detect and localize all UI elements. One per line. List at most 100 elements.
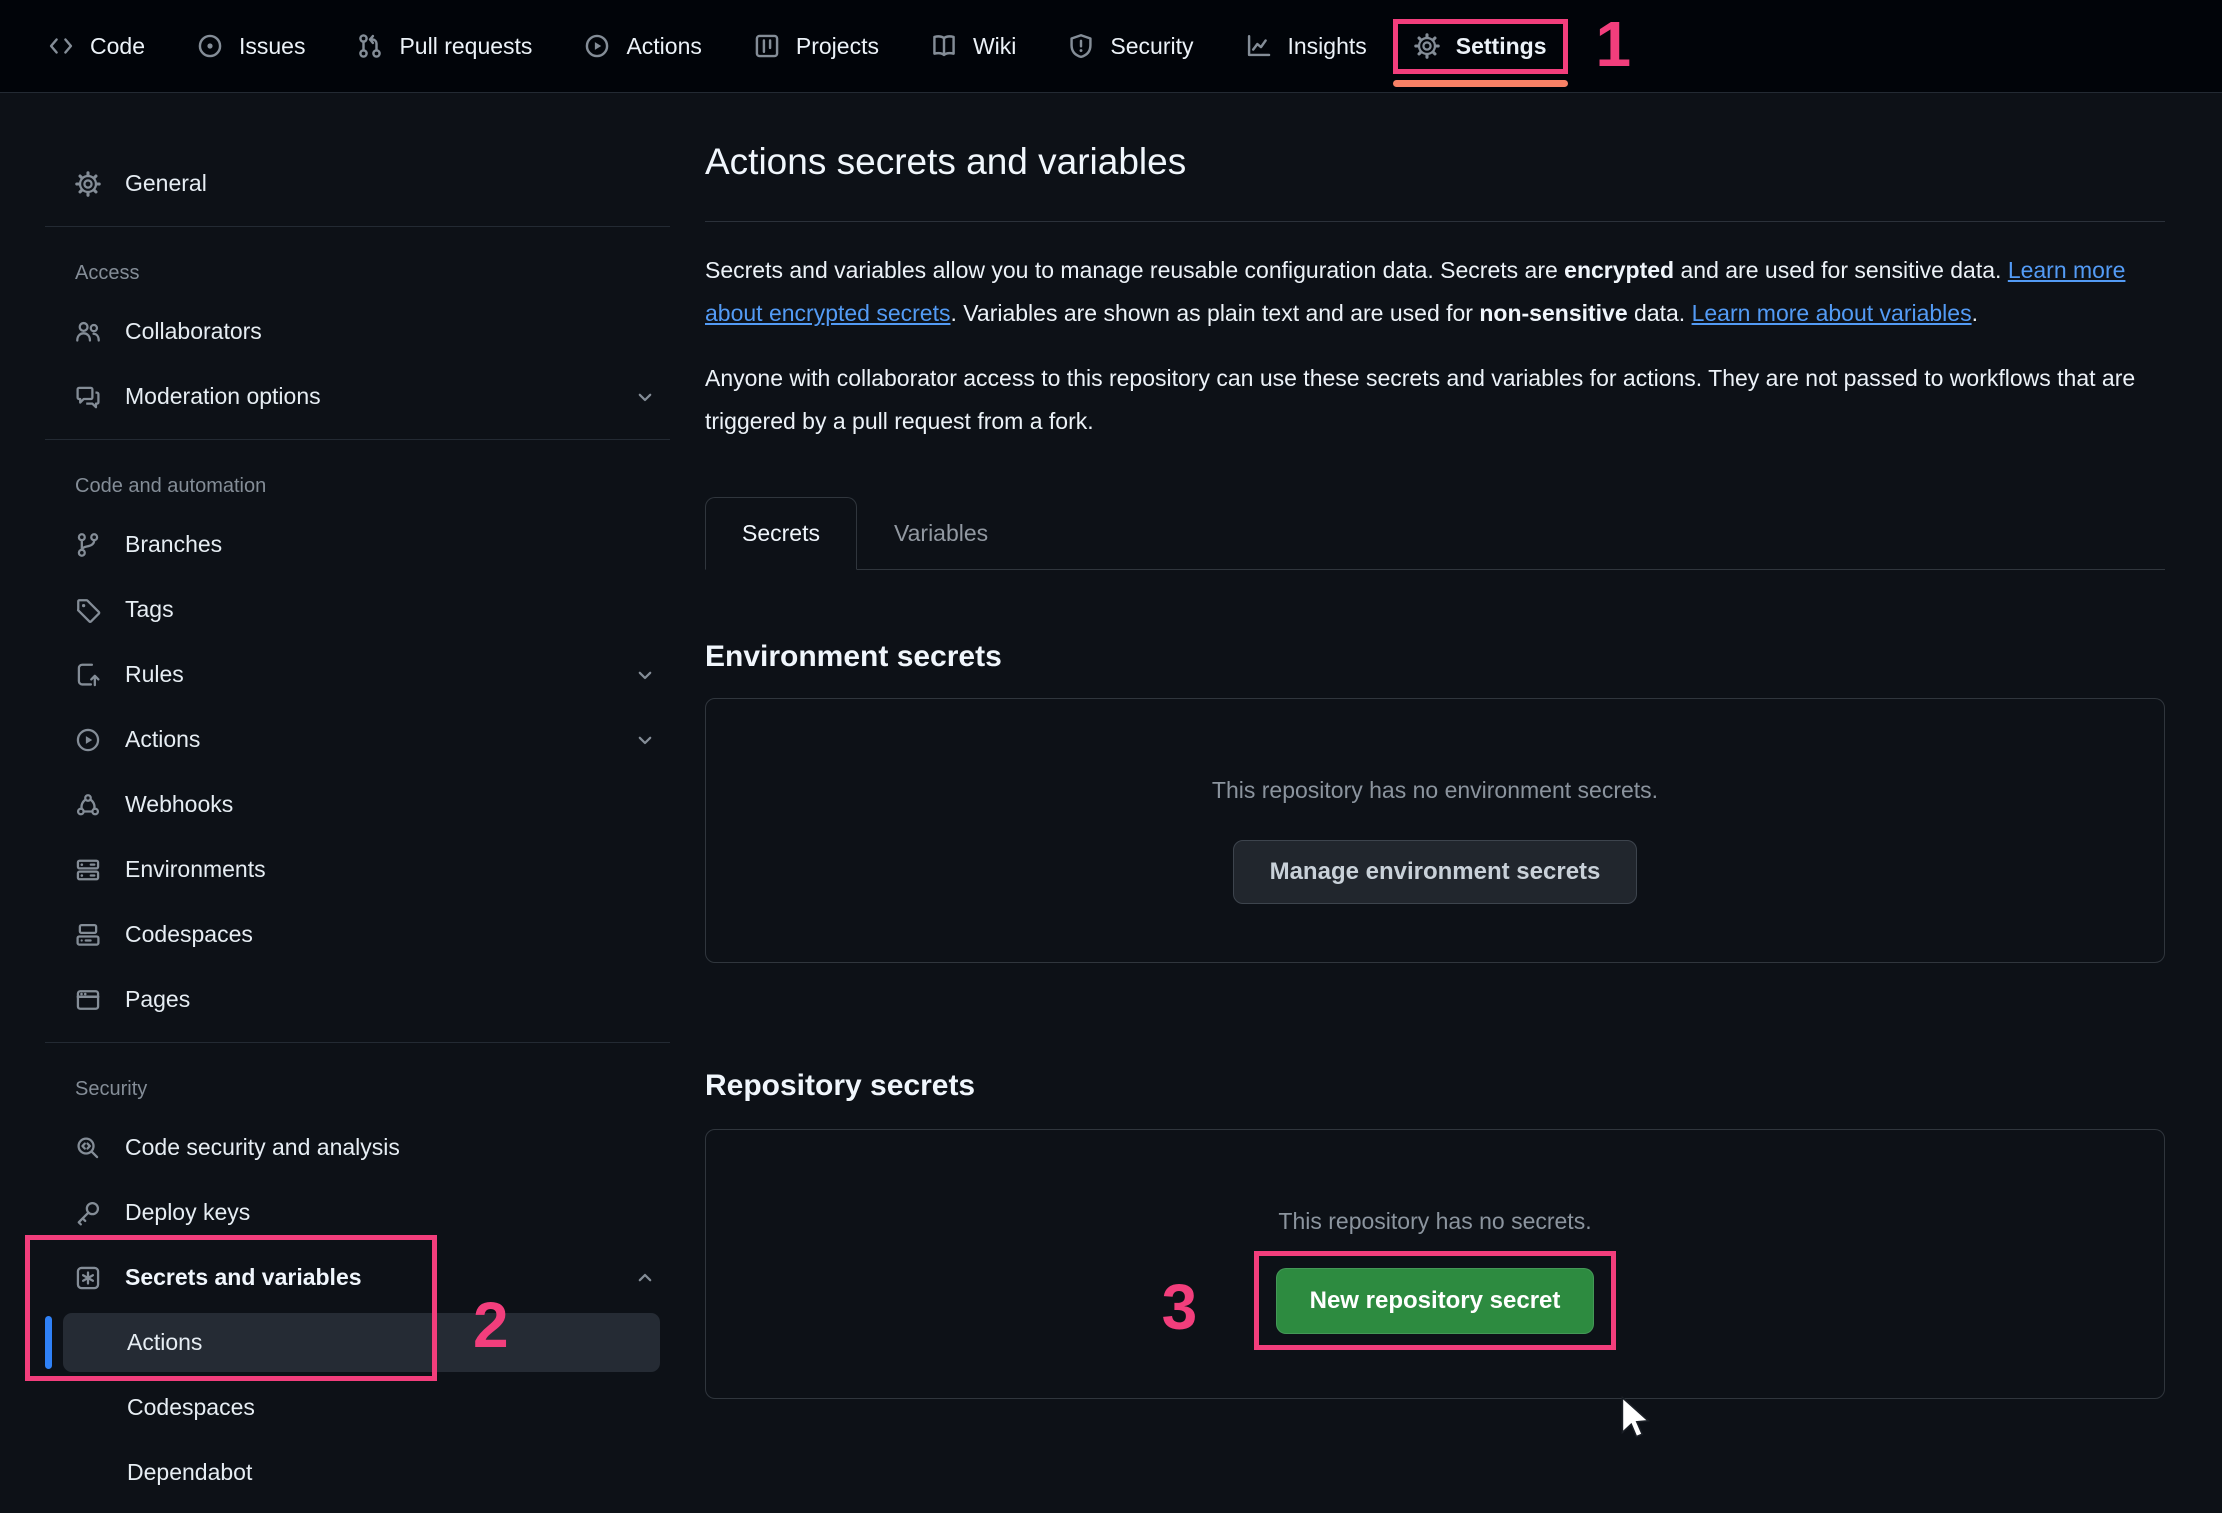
sidebar-item-tags[interactable]: Tags <box>45 577 670 642</box>
repository-secrets-empty-message: This repository has no secrets. <box>1278 1208 1591 1235</box>
main-content: Actions secrets and variables Secrets an… <box>705 93 2165 1399</box>
tab-variables[interactable]: Variables <box>857 497 1025 570</box>
tab-label: Security <box>1110 33 1193 60</box>
git-branch-icon <box>75 532 101 558</box>
tab-label: Wiki <box>973 33 1016 60</box>
tab-settings[interactable]: Settings <box>1393 19 1568 74</box>
key-icon <box>75 1200 101 1226</box>
annotation-step-2-region: Secrets and variables Actions 2 <box>45 1245 670 1375</box>
secrets-variables-tabnav: Secrets Variables <box>705 497 2165 570</box>
tab-projects[interactable]: Projects <box>728 24 905 69</box>
project-icon <box>754 33 780 59</box>
sidebar-divider <box>45 226 670 227</box>
sidebar-item-branches[interactable]: Branches <box>45 512 670 577</box>
sidebar-item-label: Webhooks <box>125 791 233 818</box>
sidebar-item-label: Codespaces <box>125 921 253 948</box>
page-title: Actions secrets and variables <box>705 141 2165 183</box>
tab-label: Pull requests <box>399 33 532 60</box>
tab-secrets[interactable]: Secrets <box>705 497 857 570</box>
sidebar-subitem-secrets-codespaces[interactable]: Codespaces <box>45 1375 670 1440</box>
sidebar-divider <box>45 439 670 440</box>
sidebar-item-label: Actions <box>125 726 200 753</box>
play-icon <box>584 33 610 59</box>
annotation-step-3: 3 <box>1162 1275 1198 1339</box>
sidebar-item-deploy-keys[interactable]: Deploy keys <box>45 1180 670 1245</box>
sidebar-item-pages[interactable]: Pages <box>45 967 670 1032</box>
book-icon <box>931 33 957 59</box>
sidebar-subitem-secrets-dependabot[interactable]: Dependabot <box>45 1440 670 1505</box>
annotation-step-2: 2 <box>473 1293 509 1357</box>
sidebar-item-rules[interactable]: Rules <box>45 642 670 707</box>
link-learn-more-variables[interactable]: Learn more about variables <box>1692 300 1972 326</box>
shield-icon <box>1068 33 1094 59</box>
active-item-indicator-bar <box>45 1316 52 1369</box>
tab-wiki[interactable]: Wiki <box>905 24 1042 69</box>
environment-secrets-panel: This repository has no environment secre… <box>705 698 2165 963</box>
intro-paragraph: Secrets and variables allow you to manag… <box>705 249 2165 335</box>
chevron-down-icon <box>634 729 656 751</box>
mouse-cursor <box>1620 1396 1654 1447</box>
sidebar-section-security: Security <box>45 1053 670 1115</box>
intro-bold-encrypted: encrypted <box>1564 257 1674 283</box>
chevron-up-icon <box>634 1267 656 1289</box>
chevron-down-icon <box>634 664 656 686</box>
tab-label: Issues <box>239 33 305 60</box>
repo-push-icon <box>75 662 101 688</box>
pull-request-icon <box>357 33 383 59</box>
gear-icon <box>1414 33 1440 59</box>
sidebar-item-label: Collaborators <box>125 318 262 345</box>
intro-text: . Variables are shown as plain text and … <box>950 300 1479 326</box>
sidebar-item-label: Tags <box>125 596 174 623</box>
sidebar-item-label: Code security and analysis <box>125 1134 400 1161</box>
sidebar-subitem-label: Dependabot <box>127 1459 252 1486</box>
sidebar-item-codespaces[interactable]: Codespaces <box>45 902 670 967</box>
sidebar-subitem-secrets-actions[interactable]: Actions <box>45 1310 670 1375</box>
code-icon <box>48 33 74 59</box>
access-paragraph: Anyone with collaborator access to this … <box>705 357 2165 443</box>
sidebar-item-general[interactable]: General <box>45 151 670 216</box>
new-repository-secret-button[interactable]: New repository secret <box>1276 1268 1595 1334</box>
sidebar-item-moderation-options[interactable]: Moderation options <box>45 364 670 429</box>
sidebar-subitem-label: Codespaces <box>127 1394 255 1421</box>
sidebar-item-webhooks[interactable]: Webhooks <box>45 772 670 837</box>
sidebar-item-label: Pages <box>125 986 190 1013</box>
tab-code[interactable]: Code <box>22 24 171 69</box>
sidebar-item-label: Moderation options <box>125 383 321 410</box>
tab-label: Projects <box>796 33 879 60</box>
codespaces-icon <box>75 922 101 948</box>
tab-label: Actions <box>626 33 701 60</box>
sidebar-item-code-security-and-analysis[interactable]: Code security and analysis <box>45 1115 670 1180</box>
chevron-down-icon <box>634 386 656 408</box>
environment-secrets-empty-message: This repository has no environment secre… <box>1212 777 1658 804</box>
tab-security[interactable]: Security <box>1042 24 1219 69</box>
tab-label: Code <box>90 33 145 60</box>
sidebar-item-label: Rules <box>125 661 184 688</box>
intro-bold-non-sensitive: non-sensitive <box>1479 300 1627 326</box>
sidebar-item-collaborators[interactable]: Collaborators <box>45 299 670 364</box>
sidebar-section-code-and-automation: Code and automation <box>45 450 670 512</box>
active-tab-underline <box>1393 80 1568 87</box>
active-subitem-background: Actions <box>63 1313 660 1372</box>
sidebar-item-label: Branches <box>125 531 222 558</box>
tab-label: Settings <box>1456 33 1547 60</box>
manage-environment-secrets-button[interactable]: Manage environment secrets <box>1233 840 1638 904</box>
sidebar-item-label: Deploy keys <box>125 1199 250 1226</box>
repository-secrets-panel: This repository has no secrets. 3 New re… <box>705 1129 2165 1399</box>
sidebar-item-label: General <box>125 170 207 197</box>
settings-sidebar: General Access Collaborators Moderation … <box>0 93 700 1513</box>
sidebar-item-label: Secrets and variables <box>125 1264 362 1291</box>
tab-pull-requests[interactable]: Pull requests <box>331 24 558 69</box>
webhook-icon <box>75 792 101 818</box>
title-divider <box>705 221 2165 222</box>
server-icon <box>75 857 101 883</box>
tab-insights[interactable]: Insights <box>1220 24 1393 69</box>
tab-issues[interactable]: Issues <box>171 24 331 69</box>
annotation-step-3-region: 3 New repository secret <box>1254 1251 1617 1350</box>
sidebar-item-environments[interactable]: Environments <box>45 837 670 902</box>
people-icon <box>75 319 101 345</box>
tab-actions[interactable]: Actions <box>558 24 727 69</box>
intro-text: Secrets and variables allow you to manag… <box>705 257 1564 283</box>
annotation-box-3: New repository secret <box>1254 1251 1617 1350</box>
sidebar-item-actions[interactable]: Actions <box>45 707 670 772</box>
sidebar-item-secrets-and-variables[interactable]: Secrets and variables <box>45 1245 670 1310</box>
